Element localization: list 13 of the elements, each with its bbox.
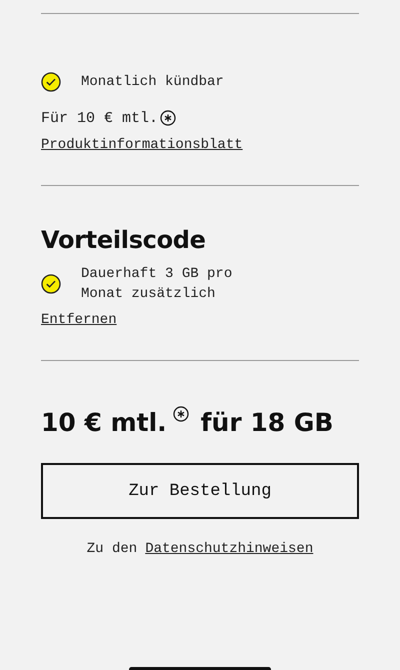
remove-link[interactable]: Entfernen xyxy=(41,312,117,328)
data-volume: für 18 GB xyxy=(200,408,334,437)
privacy-text: Zu den xyxy=(86,541,138,557)
footnote-icon xyxy=(172,406,189,422)
feature-text: Monatlich kündbar xyxy=(81,73,224,92)
section-heading: Vorteilscode xyxy=(41,226,207,254)
info-link[interactable]: Produktinformationsblatt xyxy=(41,137,243,153)
order-button[interactable]: Zur Bestellung xyxy=(41,463,359,519)
feature-text: Dauerhaft 3 GB pro Monat zusätzlich xyxy=(81,265,234,304)
privacy-link[interactable]: Datenschutzhinweisen xyxy=(145,541,314,557)
total-price: 10 € mtl. xyxy=(41,408,167,437)
footnote-icon xyxy=(160,110,176,126)
price-text: Für 10 € mtl. xyxy=(41,110,158,127)
